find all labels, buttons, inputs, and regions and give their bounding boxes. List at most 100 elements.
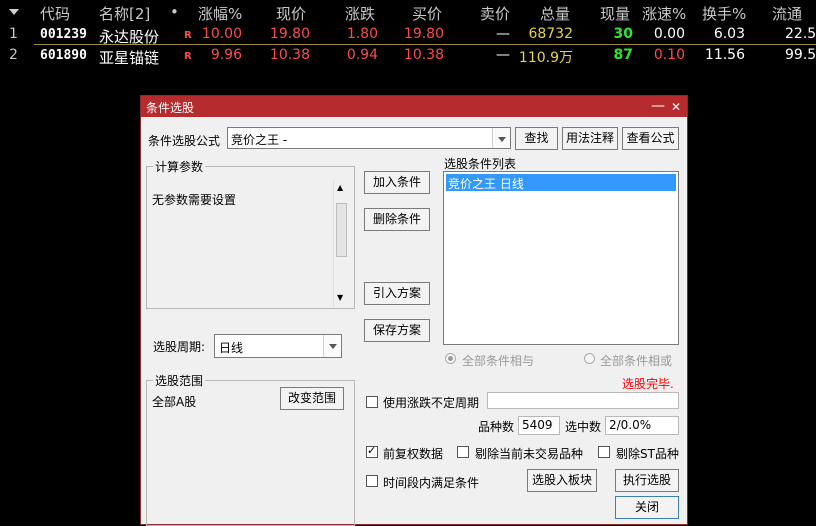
row-speed: 0.00	[653, 26, 685, 42]
adj-data-checkbox[interactable]	[366, 444, 378, 458]
usage-button[interactable]: 用法注释	[562, 127, 618, 150]
status-text: 选股完毕.	[622, 377, 674, 391]
calc-params-group: 计算参数 无参数需要设置 ▲ ▼	[146, 158, 355, 309]
cond-list[interactable]: 竞价之王 日线	[443, 171, 679, 345]
formula-combo[interactable]: 竞价之王 -	[227, 127, 511, 149]
table-header: 代码 名称[2] • 涨幅% 现价 涨跌 买价 卖价 总量 现量 涨速% 换手%…	[0, 0, 816, 26]
col-dot: •	[170, 3, 179, 21]
range-value: 全部A股	[152, 395, 197, 409]
selected-field: 2/0.0%	[605, 416, 679, 435]
row-price: 10.38	[269, 47, 310, 63]
formula-value: 竞价之王 -	[231, 133, 288, 147]
row-change-pct: 9.96	[210, 47, 242, 63]
radio-and[interactable]	[445, 353, 456, 364]
col-cur-vol[interactable]: 现量	[600, 3, 630, 24]
row-turnover: 11.56	[704, 47, 745, 63]
table-row[interactable]: 1 001239 永达股份 R 10.00 19.80 1.80 19.80 —…	[0, 25, 816, 46]
condition-picker-dialog: 条件选股 — ✕ 条件选股公式 竞价之王 - 查找 用法注释 查看公式 计算参数…	[140, 95, 688, 526]
period-value: 日线	[219, 341, 244, 355]
selected-label: 选中数	[565, 420, 602, 434]
period-input[interactable]	[487, 392, 679, 409]
row-index: 2	[9, 47, 18, 63]
view-formula-button[interactable]: 查看公式	[622, 127, 679, 150]
delete-condition-button[interactable]: 删除条件	[364, 208, 430, 231]
row-ask: —	[496, 47, 510, 63]
calc-params-title: 计算参数	[153, 158, 206, 175]
save-plan-button[interactable]: 保存方案	[364, 319, 430, 342]
dialog-titlebar[interactable]: 条件选股 — ✕	[141, 96, 687, 117]
row-bid: 19.80	[403, 26, 444, 42]
range-group: 选股范围 全部A股 改变范围	[146, 372, 355, 526]
col-speed[interactable]: 涨速%	[642, 3, 686, 24]
cond-item-label: 竞价之王 日线	[448, 177, 524, 191]
count-label: 品种数	[478, 420, 515, 434]
exclude-untraded-label: 剔除当前未交易品种	[475, 447, 584, 461]
col-price[interactable]: 现价	[276, 3, 306, 24]
list-item[interactable]: 竞价之王 日线	[446, 174, 676, 191]
row-flag: R	[184, 30, 192, 41]
row-volume: 68732	[528, 26, 573, 42]
radio-and-label: 全部条件相与	[462, 354, 535, 368]
row-flag: R	[184, 51, 192, 62]
col-change-pct[interactable]: 涨幅%	[198, 3, 242, 24]
minimize-icon[interactable]: —	[651, 97, 665, 115]
scroll-thumb[interactable]	[336, 203, 347, 257]
chevron-down-icon[interactable]	[323, 335, 341, 357]
exclude-st-checkbox[interactable]	[598, 446, 610, 458]
sort-triangle-icon[interactable]	[9, 9, 19, 15]
to-block-button[interactable]: 选股入板块	[527, 469, 597, 492]
row-name: 亚星锚链	[99, 49, 160, 67]
exclude-st-label: 剔除ST品种	[616, 447, 679, 461]
row-ask: —	[496, 26, 510, 42]
col-float[interactable]: 流通	[772, 3, 816, 24]
use-period-checkbox[interactable]	[366, 396, 378, 408]
import-plan-button[interactable]: 引入方案	[364, 282, 430, 305]
exclude-untraded-checkbox[interactable]	[457, 446, 469, 458]
range-title: 选股范围	[153, 372, 206, 389]
col-turnover[interactable]: 换手%	[702, 3, 746, 24]
period-label: 选股周期:	[153, 340, 206, 354]
row-bid: 10.38	[403, 47, 444, 63]
row-cur-vol: 30	[613, 26, 633, 42]
use-period-label: 使用涨跌不定周期	[383, 396, 480, 410]
col-change[interactable]: 涨跌	[345, 3, 375, 24]
radio-or[interactable]	[584, 353, 595, 364]
row-change: 1.80	[346, 26, 378, 42]
params-scrollbar[interactable]: ▲ ▼	[333, 181, 350, 307]
change-range-button[interactable]: 改变范围	[280, 387, 344, 410]
time-range-checkbox[interactable]	[366, 475, 378, 487]
col-bid[interactable]: 买价	[412, 3, 442, 24]
cond-list-title: 选股条件列表	[444, 157, 517, 171]
col-name[interactable]: 名称[2]	[99, 3, 150, 24]
col-volume[interactable]: 总量	[540, 3, 570, 24]
dialog-title: 条件选股	[146, 101, 195, 115]
row-price: 19.80	[269, 26, 310, 42]
find-button[interactable]: 查找	[515, 127, 558, 150]
col-ask[interactable]: 卖价	[480, 3, 510, 24]
col-code[interactable]: 代码	[40, 3, 70, 24]
scroll-down-icon[interactable]: ▼	[337, 293, 343, 302]
execute-button[interactable]: 执行选股	[615, 469, 679, 492]
row-turnover: 6.03	[713, 26, 745, 42]
row-float: 99.5	[785, 47, 816, 63]
row-change: 0.94	[346, 47, 378, 63]
row-index: 1	[9, 26, 18, 42]
row-speed: 0.10	[653, 47, 685, 63]
chevron-down-icon[interactable]	[492, 128, 510, 148]
time-range-label: 时间段内满足条件	[383, 476, 480, 490]
scroll-up-icon[interactable]: ▲	[337, 183, 343, 192]
count-field: 5409	[518, 416, 560, 435]
row-cur-vol: 87	[613, 47, 633, 63]
close-icon[interactable]: ✕	[671, 98, 681, 116]
formula-label: 条件选股公式	[148, 134, 221, 148]
row-selection-line	[34, 44, 816, 45]
row-code: 001239	[40, 27, 87, 42]
adj-data-label: 前复权数据	[383, 447, 444, 461]
table-row[interactable]: 2 601890 亚星锚链 R 9.96 10.38 0.94 10.38 — …	[0, 46, 816, 67]
close-button[interactable]: 关闭	[615, 496, 679, 519]
period-combo[interactable]: 日线	[214, 334, 342, 358]
add-condition-button[interactable]: 加入条件	[364, 171, 430, 194]
no-params-text: 无参数需要设置	[152, 193, 237, 207]
row-float: 22.5	[785, 26, 816, 42]
row-change-pct: 10.00	[201, 26, 242, 42]
